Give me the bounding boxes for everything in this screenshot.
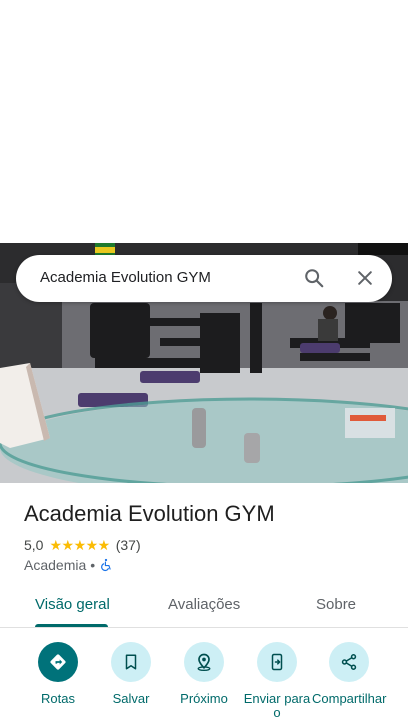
place-title: Academia Evolution GYM — [24, 501, 275, 526]
directions-label: Rotas — [41, 691, 75, 706]
map-area[interactable] — [0, 0, 408, 243]
send-to-phone-button[interactable]: Enviar para o — [240, 642, 314, 720]
star-rating-icon: ★★★★★ — [49, 536, 110, 553]
share-label: Compartilhar — [312, 691, 387, 706]
place-category: Academia — [24, 557, 87, 573]
share-icon — [329, 642, 369, 682]
tab-bar: Visão geral Avaliações Sobre — [0, 586, 408, 628]
nearby-button[interactable]: Próximo — [167, 642, 241, 706]
nearby-icon — [184, 642, 224, 682]
active-tab-indicator — [35, 624, 108, 627]
search-input[interactable]: Academia Evolution GYM — [40, 269, 211, 286]
save-button[interactable]: Salvar — [94, 642, 168, 706]
separator-dot: • — [90, 557, 96, 573]
close-icon[interactable] — [355, 268, 375, 288]
rating-value: 5,0 — [24, 537, 44, 553]
rating-row[interactable]: 5,0 ★★★★★ (37) — [24, 536, 141, 554]
tab-overview[interactable]: Visão geral — [35, 596, 110, 613]
nearby-label: Próximo — [180, 691, 228, 706]
directions-icon — [38, 642, 78, 682]
search-icon[interactable] — [303, 267, 325, 289]
directions-button[interactable]: Rotas — [21, 642, 95, 706]
category-row: Academia • — [24, 556, 113, 574]
save-label: Salvar — [112, 691, 150, 706]
tab-about[interactable]: Sobre — [316, 596, 356, 613]
send-to-phone-label: Enviar para o — [243, 691, 311, 720]
tab-reviews[interactable]: Avaliações — [168, 596, 240, 613]
bookmark-icon — [111, 642, 151, 682]
share-button[interactable]: Compartilhar — [312, 642, 386, 706]
review-count[interactable]: (37) — [116, 537, 141, 553]
wheelchair-accessible-icon — [101, 558, 111, 572]
action-bar: Rotas Salvar Próximo Enviar para o Compa… — [0, 638, 408, 726]
search-bar[interactable]: Academia Evolution GYM — [16, 255, 392, 302]
send-to-phone-icon — [257, 642, 297, 682]
